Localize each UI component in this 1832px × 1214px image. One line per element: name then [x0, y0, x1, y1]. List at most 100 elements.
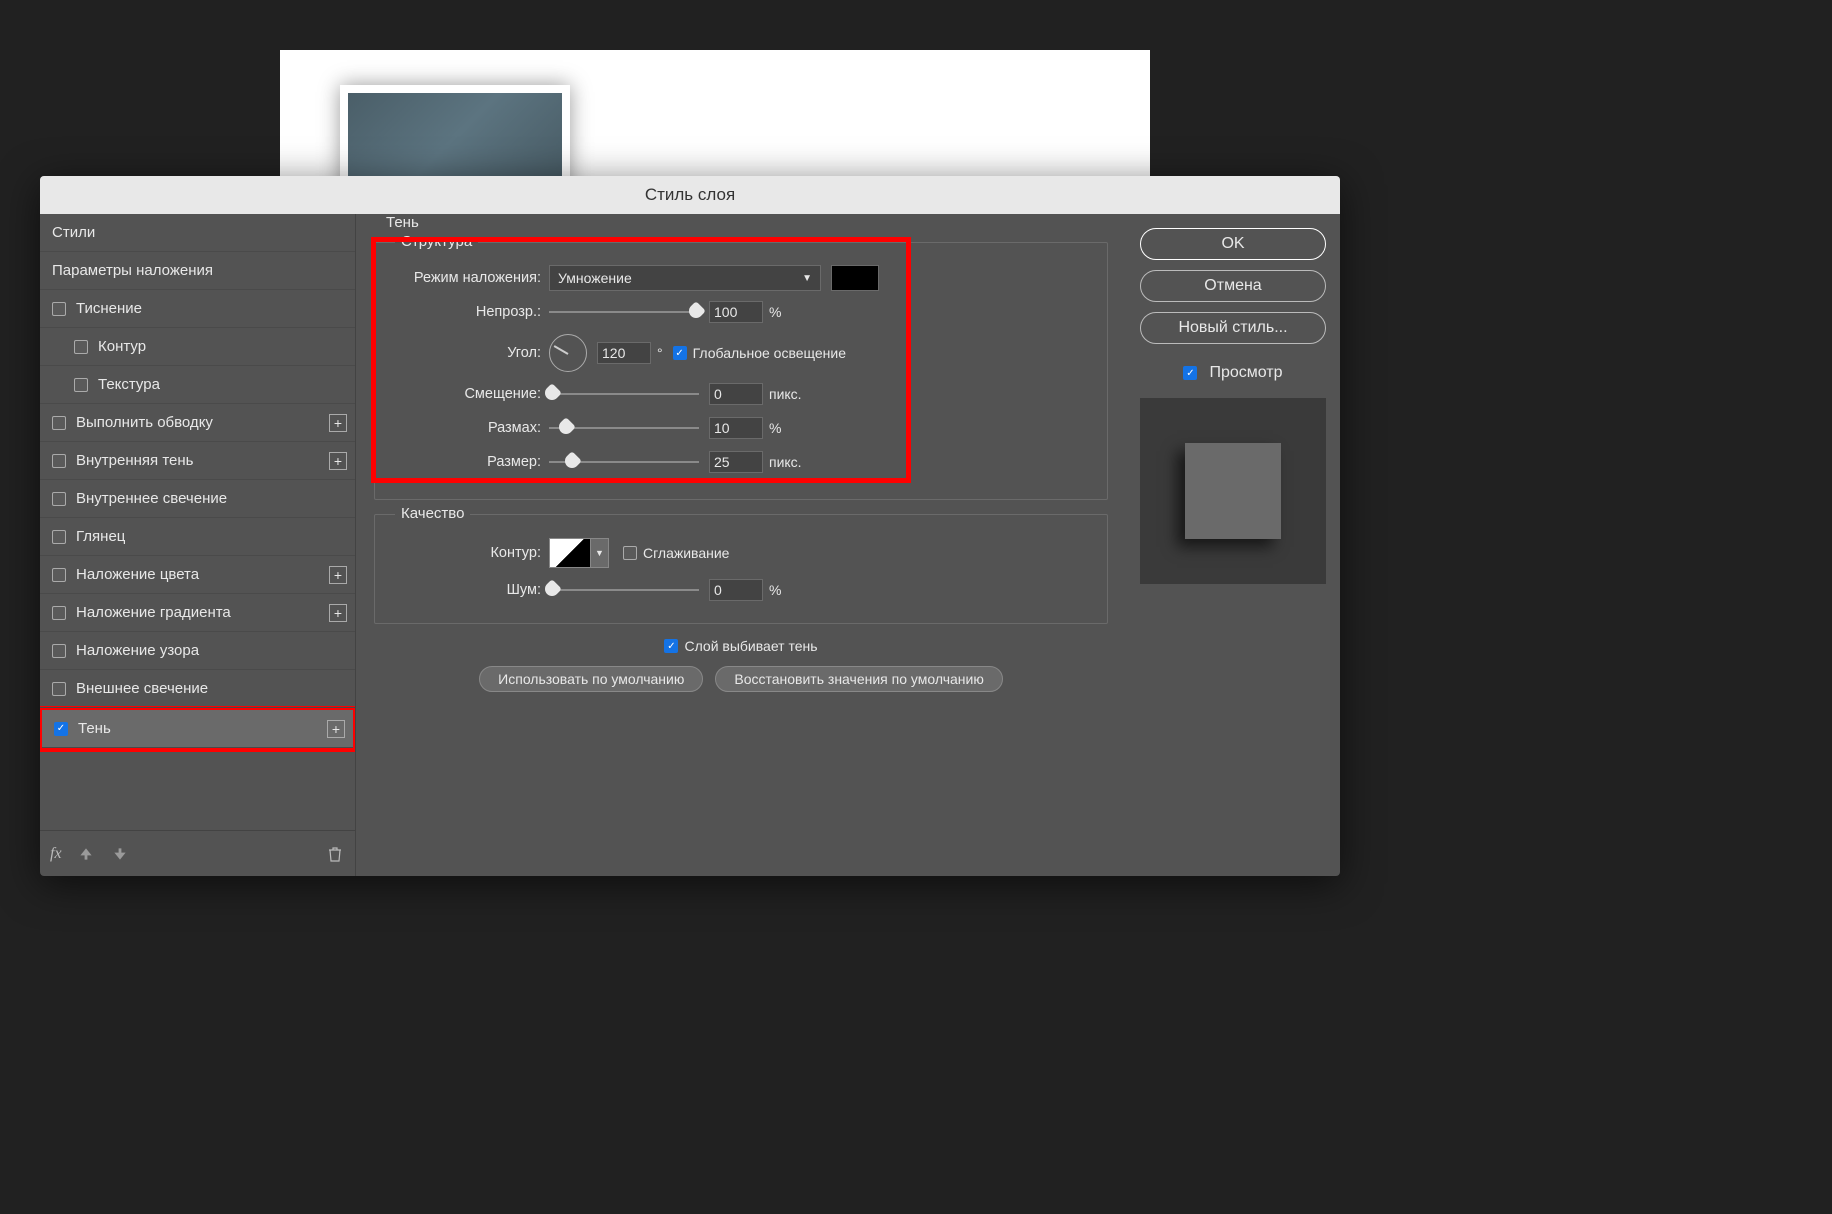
- preview-label: Просмотр: [1209, 364, 1282, 382]
- opacity-input[interactable]: [709, 301, 763, 323]
- sidebar-item-label: Наложение цвета: [76, 566, 199, 583]
- main-panel: Тень Структура Режим наложения: Умножени…: [356, 214, 1126, 876]
- angle-input[interactable]: [597, 342, 651, 364]
- sidebar-item-2[interactable]: Тиснение: [40, 290, 355, 328]
- sidebar-checkbox-6[interactable]: [52, 454, 66, 468]
- plus-icon[interactable]: +: [329, 566, 347, 584]
- sidebar-item-13[interactable]: ✓ Тень +: [42, 710, 353, 748]
- sidebar-item-label: Внутренняя тень: [76, 452, 193, 469]
- quality-fieldset: Качество Контур: ▼ Сглаживание Шум:: [374, 514, 1108, 624]
- size-input[interactable]: [709, 451, 763, 473]
- plus-icon[interactable]: +: [329, 604, 347, 622]
- opacity-label: Непрозр.:: [389, 304, 549, 320]
- sidebar-item-6[interactable]: Внутренняя тень +: [40, 442, 355, 480]
- arrow-up-icon[interactable]: [76, 844, 96, 864]
- blend-mode-label: Режим наложения:: [389, 270, 549, 286]
- sidebar: Стили Параметры наложения Тиснение Контур Те…: [40, 214, 356, 876]
- cancel-button[interactable]: Отмена: [1140, 270, 1326, 302]
- fx-icon[interactable]: fx: [50, 845, 62, 863]
- sidebar-item-label: Глянец: [76, 528, 125, 545]
- sidebar-item-7[interactable]: Внутреннее свечение: [40, 480, 355, 518]
- noise-unit: %: [769, 582, 781, 598]
- plus-icon[interactable]: +: [329, 452, 347, 470]
- sidebar-item-label: Наложение градиента: [76, 604, 231, 621]
- sidebar-item-label: Контур: [98, 338, 146, 355]
- opacity-unit: %: [769, 304, 781, 320]
- dialog-title: Стиль слоя: [40, 176, 1340, 214]
- sidebar-checkbox-3[interactable]: [74, 340, 88, 354]
- sidebar-item-12[interactable]: Внешнее свечение: [40, 670, 355, 708]
- noise-label: Шум:: [389, 582, 549, 598]
- sidebar-item-label: Стили: [52, 224, 95, 241]
- sidebar-checkbox-7[interactable]: [52, 492, 66, 506]
- distance-slider[interactable]: [549, 391, 699, 397]
- noise-input[interactable]: [709, 579, 763, 601]
- sidebar-footer: fx: [40, 830, 355, 876]
- size-slider[interactable]: [549, 459, 699, 465]
- sidebar-checkbox-12[interactable]: [52, 682, 66, 696]
- make-default-button[interactable]: Использовать по умолчанию: [479, 666, 703, 692]
- sidebar-checkbox-11[interactable]: [52, 644, 66, 658]
- annotation-highlight: ✓ Тень +: [40, 706, 355, 752]
- noise-slider[interactable]: [549, 587, 699, 593]
- sidebar-checkbox-8[interactable]: [52, 530, 66, 544]
- sidebar-item-9[interactable]: Наложение цвета +: [40, 556, 355, 594]
- knockout-checkbox[interactable]: ✓: [664, 639, 678, 653]
- quality-title: Качество: [395, 505, 470, 522]
- sidebar-item-label: Текстура: [98, 376, 160, 393]
- contour-dropdown[interactable]: ▼: [591, 538, 609, 568]
- preview-box: [1140, 398, 1326, 584]
- sidebar-checkbox-9[interactable]: [52, 568, 66, 582]
- layer-style-dialog: Стиль слоя Стили Параметры наложения Тисне…: [40, 176, 1340, 876]
- ok-button[interactable]: OK: [1140, 228, 1326, 260]
- global-light-checkbox[interactable]: ✓: [673, 346, 687, 360]
- sidebar-item-label: Тень: [78, 720, 111, 737]
- sidebar-item-4[interactable]: Текстура: [40, 366, 355, 404]
- contour-label: Контур:: [389, 545, 549, 561]
- sidebar-item-label: Внешнее свечение: [76, 680, 208, 697]
- trash-icon[interactable]: [325, 844, 345, 864]
- antialias-checkbox[interactable]: [623, 546, 637, 560]
- plus-icon[interactable]: +: [329, 414, 347, 432]
- sidebar-checkbox-5[interactable]: [52, 416, 66, 430]
- sidebar-item-label: Тиснение: [76, 300, 142, 317]
- knockout-label: Слой выбивает тень: [684, 638, 817, 654]
- sidebar-checkbox-4[interactable]: [74, 378, 88, 392]
- arrow-down-icon[interactable]: [110, 844, 130, 864]
- sidebar-item-label: Выполнить обводку: [76, 414, 213, 431]
- sidebar-item-8[interactable]: Глянец: [40, 518, 355, 556]
- sidebar-item-3[interactable]: Контур: [40, 328, 355, 366]
- global-light-label: Глобальное освещение: [693, 345, 846, 361]
- spread-slider[interactable]: [549, 425, 699, 431]
- plus-icon[interactable]: +: [327, 720, 345, 738]
- sidebar-item-11[interactable]: Наложение узора: [40, 632, 355, 670]
- angle-unit: °: [657, 345, 663, 361]
- blend-mode-value: Умножение: [558, 270, 632, 286]
- contour-preview[interactable]: [549, 538, 591, 568]
- chevron-down-icon: ▼: [802, 273, 812, 284]
- new-style-button[interactable]: Новый стиль...: [1140, 312, 1326, 344]
- size-label: Размер:: [389, 454, 549, 470]
- sidebar-item-0[interactable]: Стили: [40, 214, 355, 252]
- sidebar-item-label: Наложение узора: [76, 642, 199, 659]
- blend-mode-select[interactable]: Умножение ▼: [549, 265, 821, 291]
- sidebar-item-label: Параметры наложения: [52, 262, 213, 279]
- sidebar-item-5[interactable]: Выполнить обводку +: [40, 404, 355, 442]
- sidebar-checkbox-2[interactable]: [52, 302, 66, 316]
- sidebar-item-label: Внутреннее свечение: [76, 490, 227, 507]
- spread-input[interactable]: [709, 417, 763, 439]
- panel-section-title: Тень: [386, 214, 419, 231]
- structure-fieldset: Структура Режим наложения: Умножение ▼ Н…: [374, 242, 1108, 500]
- angle-dial[interactable]: [549, 334, 587, 372]
- shadow-color-swatch[interactable]: [831, 265, 879, 291]
- angle-label: Угол:: [389, 345, 549, 361]
- sidebar-checkbox-10[interactable]: [52, 606, 66, 620]
- distance-input[interactable]: [709, 383, 763, 405]
- size-unit: пикс.: [769, 454, 802, 470]
- sidebar-item-1[interactable]: Параметры наложения: [40, 252, 355, 290]
- sidebar-item-10[interactable]: Наложение градиента +: [40, 594, 355, 632]
- sidebar-checkbox-13[interactable]: ✓: [54, 722, 68, 736]
- preview-checkbox[interactable]: ✓: [1183, 366, 1197, 380]
- reset-default-button[interactable]: Восстановить значения по умолчанию: [715, 666, 1002, 692]
- opacity-slider[interactable]: [549, 309, 699, 315]
